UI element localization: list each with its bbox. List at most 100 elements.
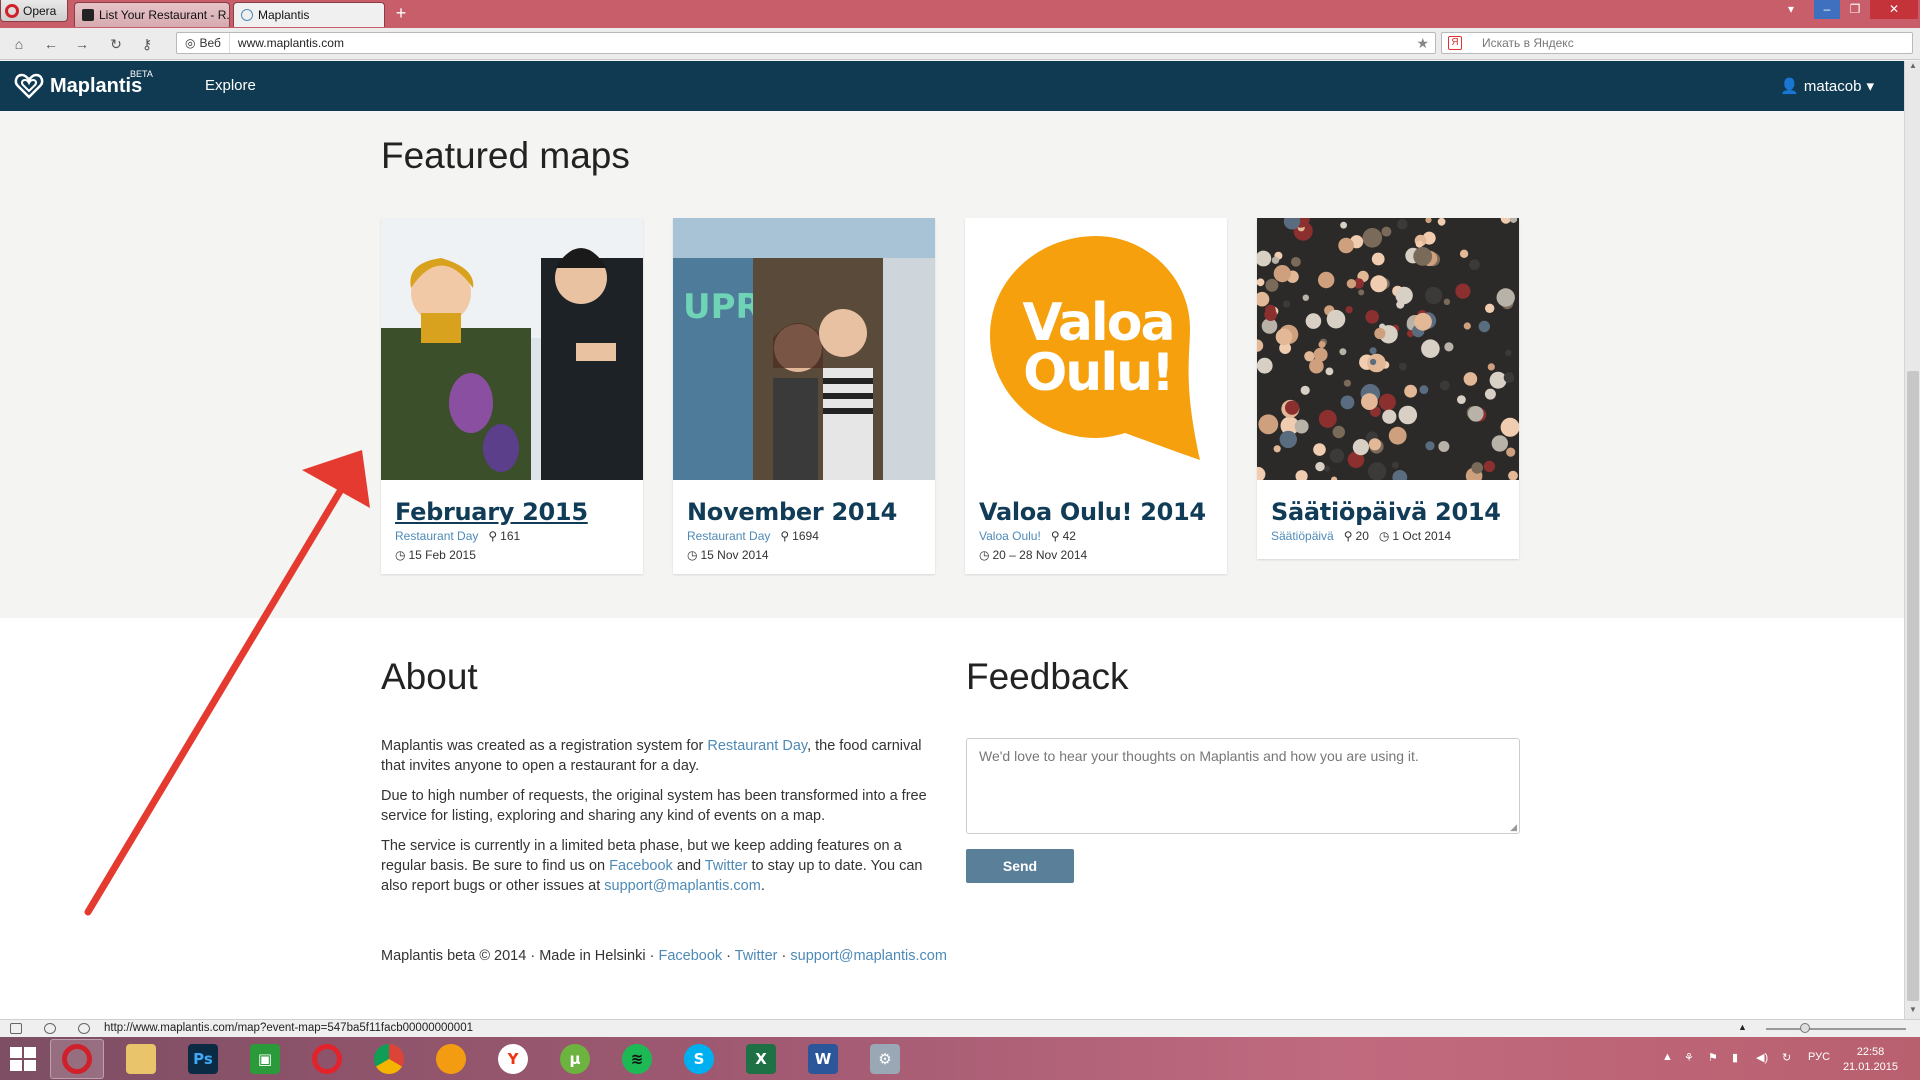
reload-icon[interactable]: ↻ — [107, 35, 125, 53]
taskbar-photoshop[interactable]: Ps — [176, 1039, 230, 1079]
taskbar-utorrent[interactable]: µ — [548, 1039, 602, 1079]
taskbar-opera-2[interactable] — [300, 1039, 354, 1079]
card-date: ◷ 15 Feb 2015 — [395, 548, 629, 562]
tray-flag-icon[interactable]: ⚑ — [1708, 1051, 1718, 1064]
back-icon[interactable]: ← — [42, 35, 60, 53]
crowd-texture-dot — [1318, 271, 1335, 289]
taskbar-app-orange[interactable] — [424, 1039, 478, 1079]
forward-icon[interactable]: → — [73, 35, 91, 53]
crowd-texture-dot — [1340, 221, 1347, 229]
yandex-icon[interactable]: Я — [1448, 36, 1462, 50]
scroll-down-icon[interactable]: ▼ — [1905, 1005, 1920, 1019]
crowd-photo — [1257, 218, 1519, 480]
tab-list-your-restaurant[interactable]: List Your Restaurant - R... — [74, 2, 230, 27]
key-icon[interactable]: ⚷ — [138, 35, 156, 53]
twitter-link[interactable]: Twitter — [705, 858, 748, 874]
crowd-texture-dot — [1370, 275, 1388, 293]
minimize-icon[interactable]: – — [1814, 0, 1840, 19]
card-category[interactable]: Valoa Oulu! — [979, 529, 1041, 543]
taskbar-opera[interactable] — [50, 1039, 104, 1079]
send-button[interactable]: Send — [966, 849, 1074, 883]
about-title: About — [381, 656, 478, 697]
feedback-textarea[interactable]: We'd love to hear your thoughts on Mapla… — [966, 738, 1520, 834]
map-card-november-2014[interactable]: UPR November 2014 Restaurant Day ⚲ 1694 ◷… — [673, 218, 935, 574]
taskbar-word[interactable]: W — [796, 1039, 850, 1079]
taskbar-explorer[interactable] — [114, 1039, 168, 1079]
page-scrollbar[interactable]: ▲ ▼ — [1904, 61, 1920, 1019]
tray-clock[interactable]: 22:58 21.01.2015 — [1843, 1045, 1898, 1075]
card-category[interactable]: Säätiöpäivä — [1271, 529, 1334, 543]
taskbar-chrome[interactable] — [362, 1039, 416, 1079]
card-title[interactable]: Valoa Oulu! 2014 — [979, 498, 1213, 526]
taskbar-skype[interactable]: S — [672, 1039, 726, 1079]
crowd-texture-dot — [1505, 349, 1512, 356]
address-bar[interactable]: ◎ Веб www.maplantis.com ★ — [176, 32, 1436, 54]
crowd-texture-dot — [1503, 372, 1515, 383]
taskbar-tool[interactable]: ⚙ — [858, 1039, 912, 1079]
maplantis-logo[interactable]: Maplantis — [14, 72, 142, 100]
tab-menu-icon[interactable]: ▾ — [1778, 0, 1804, 19]
tray-expand-icon[interactable]: ▲ — [1662, 1051, 1673, 1063]
map-card-february-2015[interactable]: February 2015 Restaurant Day ⚲ 161 ◷ 15 Fe… — [381, 218, 643, 574]
restore-icon[interactable]: ❐ — [1842, 0, 1868, 19]
taskbar-yandex[interactable]: Y — [486, 1039, 540, 1079]
clock-icon: ◷ — [979, 548, 990, 562]
web-badge[interactable]: ◎ Веб — [177, 33, 230, 53]
card-category[interactable]: Restaurant Day — [395, 529, 478, 543]
crowd-texture-dot — [1455, 283, 1471, 299]
new-tab-button[interactable]: + — [390, 4, 412, 24]
panel-toggle-icon[interactable] — [10, 1023, 22, 1034]
tray-language[interactable]: РУС — [1808, 1051, 1830, 1063]
crowd-texture-dot — [1463, 322, 1471, 330]
scrollbar-thumb[interactable] — [1907, 371, 1919, 1001]
card-category[interactable]: Restaurant Day — [687, 529, 770, 543]
card-count-value: 20 — [1355, 529, 1369, 543]
footer-facebook-link[interactable]: Facebook — [658, 948, 722, 964]
window-girls-photo: UPR — [673, 218, 935, 480]
tray-network-app-icon[interactable]: ⚘ — [1684, 1051, 1694, 1064]
footer-email-link[interactable]: support@maplantis.com — [790, 948, 947, 964]
zoom-slider-knob[interactable] — [1800, 1023, 1810, 1033]
restaurant-day-link[interactable]: Restaurant Day — [707, 738, 807, 754]
zoom-slider-track[interactable] — [1766, 1028, 1906, 1030]
utorrent-icon: µ — [560, 1044, 590, 1074]
footer-twitter-link[interactable]: Twitter — [735, 948, 778, 964]
opera-menu-button[interactable]: Opera — [0, 0, 68, 22]
search-field[interactable]: Я Искать в Яндекс — [1441, 32, 1913, 54]
turbo-icon[interactable] — [78, 1023, 90, 1034]
facebook-link[interactable]: Facebook — [609, 858, 673, 874]
close-window-icon[interactable]: ✕ — [1870, 0, 1918, 19]
home-icon[interactable]: ⌂ — [10, 35, 28, 53]
crowd-texture-dot — [1471, 462, 1483, 474]
taskbar-excel[interactable]: X — [734, 1039, 788, 1079]
tray-sync-icon[interactable]: ↻ — [1782, 1051, 1791, 1064]
resize-handle-icon[interactable]: ◢ — [1510, 822, 1517, 833]
tray-volume-icon[interactable]: ◀) — [1756, 1051, 1768, 1064]
map-card-valoa-oulu-2014[interactable]: Valoa Oulu! Valoa Oulu! 2014 Valoa Oulu!… — [965, 218, 1227, 574]
card-image-crowd[interactable] — [1257, 218, 1519, 480]
card-title[interactable]: Säätiöpäivä 2014 — [1271, 498, 1505, 526]
zoom-toggle-icon[interactable]: ▲ — [1738, 1022, 1747, 1032]
crowd-texture-dot — [1478, 320, 1490, 333]
crowd-texture-dot — [1370, 358, 1377, 366]
card-title[interactable]: November 2014 — [687, 498, 921, 526]
tray-signal-icon[interactable]: ▮ — [1732, 1051, 1738, 1064]
support-email-link[interactable]: support@maplantis.com — [604, 878, 761, 894]
crowd-texture-dot — [1371, 252, 1385, 266]
taskbar-spotify[interactable]: ≋ — [610, 1039, 664, 1079]
card-title[interactable]: February 2015 — [395, 498, 629, 526]
card-image-winter[interactable] — [381, 218, 643, 480]
scroll-up-icon[interactable]: ▲ — [1905, 61, 1920, 75]
opera-link-icon[interactable] — [44, 1023, 56, 1034]
map-card-saatiopaiva-2014[interactable]: Säätiöpäivä 2014 Säätiöpäivä ⚲ 20 ◷ 1 Oct … — [1257, 218, 1519, 559]
card-count-value: 161 — [500, 529, 521, 543]
crowd-texture-dot — [1415, 240, 1423, 248]
nav-explore[interactable]: Explore — [205, 77, 256, 94]
card-image-valoa-oulu[interactable]: Valoa Oulu! — [965, 218, 1227, 480]
user-menu[interactable]: 👤 matacob ▾ — [1780, 77, 1874, 96]
windows-start-icon[interactable] — [6, 1043, 40, 1075]
tab-maplantis[interactable]: Maplantis — [233, 2, 385, 27]
card-image-window[interactable]: UPR — [673, 218, 935, 480]
bookmark-star-icon[interactable]: ★ — [1416, 35, 1429, 52]
taskbar-store[interactable]: ▣ — [238, 1039, 292, 1079]
